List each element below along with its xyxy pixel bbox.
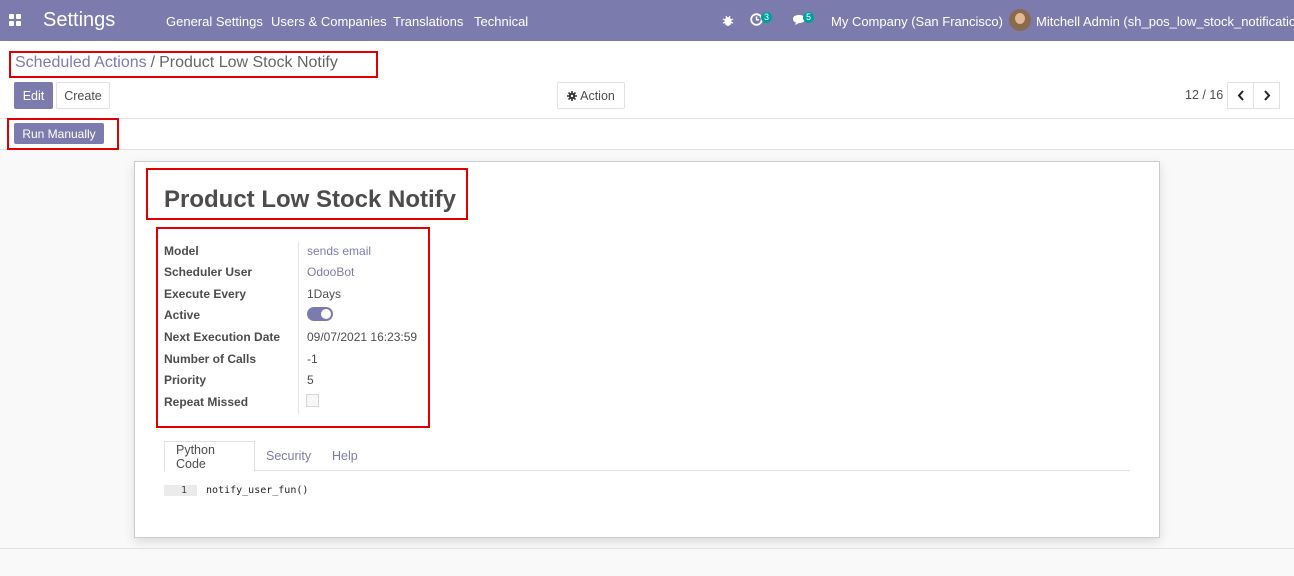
activity-badge: 3 <box>761 12 773 23</box>
field-label-number-of-calls: Number of Calls <box>164 352 257 366</box>
repeat-missed-checkbox[interactable] <box>306 394 319 407</box>
record-title: Product Low Stock Notify <box>164 186 457 213</box>
app-title[interactable]: Settings <box>43 9 115 32</box>
code-line: notify_user_fun() <box>206 485 309 496</box>
gear-icon <box>567 90 578 101</box>
edit-button[interactable]: Edit <box>14 82 53 109</box>
field-label-active: Active <box>164 308 201 322</box>
active-toggle[interactable] <box>307 307 333 321</box>
field-label-next-execution-date: Next Execution Date <box>164 330 281 344</box>
breadcrumb: Scheduled Actions / Product Low Stock Noti… <box>15 54 338 72</box>
menu-technical[interactable]: Technical <box>474 14 528 29</box>
breadcrumb-scheduled-actions[interactable]: Scheduled Actions <box>15 54 147 71</box>
tab-python-code[interactable]: Python Code <box>164 441 255 472</box>
pager-next-button[interactable] <box>1253 82 1280 109</box>
company-switcher[interactable]: My Company (San Francisco) <box>831 14 1003 29</box>
code-editor[interactable]: 1 notify_user_fun() <box>164 485 308 496</box>
breadcrumb-separator: / <box>150 54 156 71</box>
pager-previous-button[interactable] <box>1227 82 1254 109</box>
field-label-model: Model <box>164 244 199 258</box>
chevron-left-icon <box>1237 90 1244 101</box>
action-button[interactable]: Action <box>557 82 625 109</box>
avatar[interactable] <box>1009 9 1031 31</box>
statusbar: Run Manually <box>0 119 1294 150</box>
field-divider <box>298 242 299 414</box>
notebook-tabs: Python Code Security Help <box>164 441 1130 472</box>
bug-icon[interactable] <box>722 14 734 27</box>
menu-general-settings[interactable]: General Settings <box>166 14 263 29</box>
scheduler-user-field[interactable]: OdooBot <box>307 265 354 279</box>
run-manually-button[interactable]: Run Manually <box>14 123 104 144</box>
field-label-priority: Priority <box>164 373 207 387</box>
apps-menu-icon[interactable] <box>9 14 21 26</box>
breadcrumb-current: Product Low Stock Notify <box>159 54 338 71</box>
control-panel: Scheduled Actions / Product Low Stock Noti… <box>0 41 1294 119</box>
user-menu[interactable]: Mitchell Admin (sh_pos_low_stock_notific… <box>1036 14 1294 29</box>
top-navbar: Settings General Settings Users & Compan… <box>0 0 1294 41</box>
next-execution-date-field: 09/07/2021 16:23:59 <box>307 330 418 344</box>
priority-field: 5 <box>307 373 314 387</box>
number-of-calls-field: -1 <box>307 352 318 366</box>
field-label-execute-every: Execute Every <box>164 287 247 301</box>
execute-every-field: 1Days <box>307 287 342 301</box>
field-label-repeat-missed: Repeat Missed <box>164 395 249 409</box>
field-label-scheduler-user: Scheduler User <box>164 265 253 279</box>
tab-security[interactable]: Security <box>255 441 322 471</box>
model-field[interactable]: sends email <box>307 244 371 258</box>
messages-badge: 5 <box>803 12 815 23</box>
form-sheet: Product Low Stock Notify Model sends ema… <box>134 161 1160 538</box>
footer-divider <box>0 548 1294 549</box>
line-number: 1 <box>164 485 197 496</box>
action-button-label: Action <box>580 88 615 103</box>
create-button[interactable]: Create <box>56 82 110 109</box>
pager-value[interactable]: 12 / 16 <box>1185 88 1223 102</box>
menu-translations[interactable]: Translations <box>393 14 463 29</box>
chevron-right-icon <box>1263 90 1270 101</box>
tab-help[interactable]: Help <box>321 441 369 471</box>
menu-users-companies[interactable]: Users & Companies <box>271 14 387 29</box>
